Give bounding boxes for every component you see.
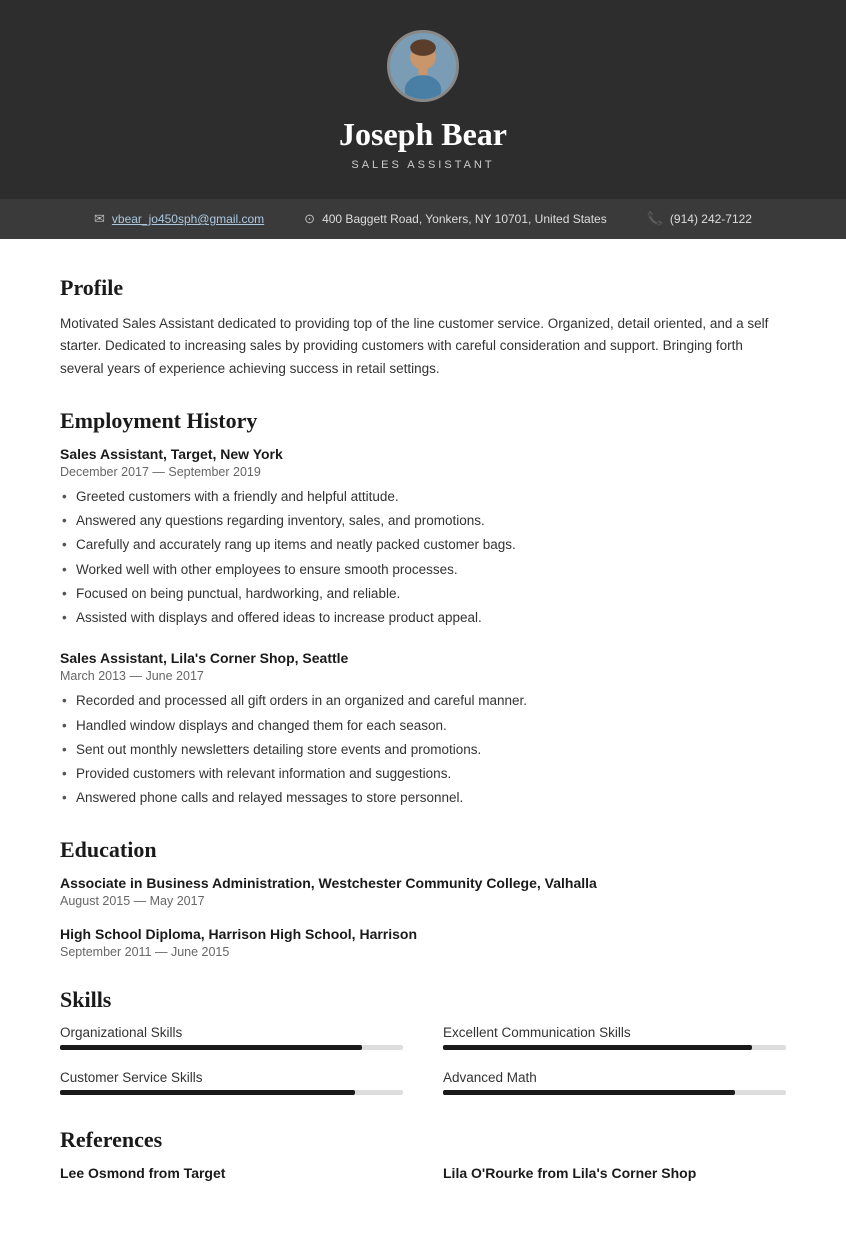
profile-section: Profile Motivated Sales Assistant dedica… [60,275,786,380]
edu-entry-1: Associate in Business Administration, We… [60,875,786,908]
bullet-item: Answered phone calls and relayed message… [60,788,786,808]
edu-dates-2: September 2011 — June 2015 [60,945,786,959]
bullet-item: Provided customers with relevant informa… [60,764,786,784]
skill-bar-bg-org [60,1045,403,1050]
skill-bar-fill-cs [60,1090,355,1095]
bullet-item: Worked well with other employees to ensu… [60,560,786,580]
job-entry-2: Sales Assistant, Lila's Corner Shop, Sea… [60,650,786,808]
skill-math: Advanced Math [443,1070,786,1095]
avatar [387,30,459,102]
job-bullets-2: Recorded and processed all gift orders i… [60,691,786,808]
job-entry-1: Sales Assistant, Target, New York Decemb… [60,446,786,629]
profile-text: Motivated Sales Assistant dedicated to p… [60,313,786,380]
references-title: References [60,1127,786,1153]
bullet-item: Carefully and accurately rang up items a… [60,535,786,555]
skill-label-comm: Excellent Communication Skills [443,1025,786,1040]
header-section: Joseph Bear Sales Assistant [0,0,846,199]
job-title-2: Sales Assistant, Lila's Corner Shop, Sea… [60,650,786,666]
profile-title: Profile [60,275,786,301]
reference-2: Lila O'Rourke from Lila's Corner Shop [443,1165,786,1181]
phone-text: (914) 242-7122 [670,212,752,226]
skill-bar-bg-math [443,1090,786,1095]
bullet-item: Focused on being punctual, hardworking, … [60,584,786,604]
job-title-1: Sales Assistant, Target, New York [60,446,786,462]
email-link[interactable]: vbear_jo450sph@gmail.com [112,212,264,226]
bullet-item: Sent out monthly newsletters detailing s… [60,740,786,760]
edu-title-1: Associate in Business Administration, We… [60,875,786,891]
email-icon: ✉ [94,211,105,227]
skills-grid: Organizational Skills Excellent Communic… [60,1025,786,1099]
contact-bar: ✉ vbear_jo450sph@gmail.com ⊙ 400 Baggett… [0,199,846,239]
bullet-item: Recorded and processed all gift orders i… [60,691,786,711]
skill-label-org: Organizational Skills [60,1025,403,1040]
skill-organizational: Organizational Skills [60,1025,403,1050]
references-grid: Lee Osmond from Target Lila O'Rourke fro… [60,1165,786,1181]
skill-bar-bg-cs [60,1090,403,1095]
education-section: Education Associate in Business Administ… [60,837,786,959]
skill-bar-bg-comm [443,1045,786,1050]
job-bullets-1: Greeted customers with a friendly and he… [60,487,786,629]
edu-dates-1: August 2015 — May 2017 [60,894,786,908]
contact-email: ✉ vbear_jo450sph@gmail.com [94,211,264,227]
location-icon: ⊙ [304,211,315,227]
bullet-item: Assisted with displays and offered ideas… [60,608,786,628]
bullet-item: Handled window displays and changed them… [60,716,786,736]
job-dates-1: December 2017 — September 2019 [60,465,786,479]
edu-entry-2: High School Diploma, Harrison High Schoo… [60,926,786,959]
references-section: References Lee Osmond from Target Lila O… [60,1127,786,1181]
skills-title: Skills [60,987,786,1013]
bullet-item: Answered any questions regarding invento… [60,511,786,531]
skill-communication: Excellent Communication Skills [443,1025,786,1050]
skill-customer-service: Customer Service Skills [60,1070,403,1095]
skill-label-cs: Customer Service Skills [60,1070,403,1085]
resume-body: Profile Motivated Sales Assistant dedica… [0,239,846,1249]
employment-section: Employment History Sales Assistant, Targ… [60,408,786,809]
bullet-item: Greeted customers with a friendly and he… [60,487,786,507]
skill-bar-fill-comm [443,1045,752,1050]
skill-bar-fill-org [60,1045,362,1050]
job-dates-2: March 2013 — June 2017 [60,669,786,683]
contact-phone: 📞 (914) 242-7122 [647,211,752,227]
header-title: Sales Assistant [20,159,826,171]
skills-section: Skills Organizational Skills Excellent C… [60,987,786,1099]
employment-title: Employment History [60,408,786,434]
phone-icon: 📞 [647,211,663,227]
reference-1: Lee Osmond from Target [60,1165,403,1181]
header-name: Joseph Bear [20,116,826,153]
skill-label-math: Advanced Math [443,1070,786,1085]
edu-title-2: High School Diploma, Harrison High Schoo… [60,926,786,942]
resume-document: Joseph Bear Sales Assistant ✉ vbear_jo45… [0,0,846,1249]
contact-address: ⊙ 400 Baggett Road, Yonkers, NY 10701, U… [304,211,607,227]
skill-bar-fill-math [443,1090,735,1095]
address-text: 400 Baggett Road, Yonkers, NY 10701, Uni… [322,212,607,226]
education-title: Education [60,837,786,863]
